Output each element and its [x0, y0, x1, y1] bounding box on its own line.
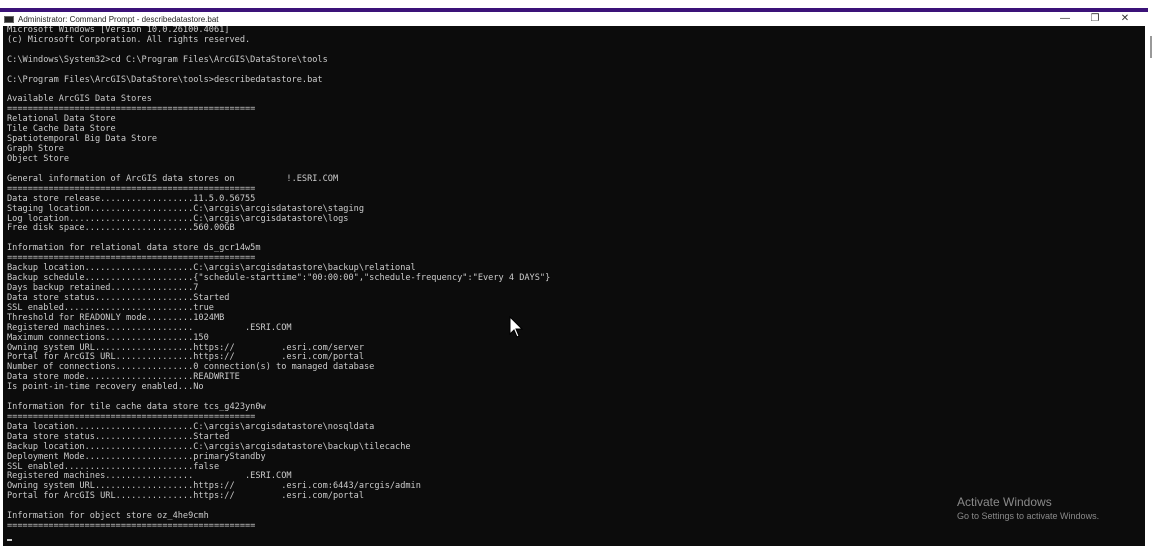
console-line: C:\Program Files\ArcGIS\DataStore\tools>… — [7, 74, 323, 85]
title-bar[interactable]: Administrator: Command Prompt - describe… — [0, 12, 1148, 26]
console-line: Maximum connections.................150 — [7, 332, 209, 343]
console-line: Free disk space.....................560.… — [7, 223, 235, 234]
console-line: Is point-in-time recovery enabled...No — [7, 382, 204, 393]
close-button[interactable]: ✕ — [1110, 12, 1140, 26]
activate-windows-watermark: Activate Windows Go to Settings to activ… — [957, 495, 1099, 521]
console-line: Spatiotemporal Big Data Store — [7, 134, 158, 145]
watermark-subtitle: Go to Settings to activate Windows. — [957, 511, 1100, 521]
window-bottom-edge — [0, 546, 1162, 552]
minimize-button[interactable]: — — [1050, 12, 1080, 26]
console-line: ========================================… — [7, 521, 256, 532]
console-line: Object Store — [7, 153, 70, 164]
watermark-title: Activate Windows — [957, 495, 1052, 509]
window-title: Administrator: Command Prompt - describe… — [18, 14, 219, 24]
console-cursor-line — [7, 532, 550, 542]
maximize-button[interactable]: ❐ — [1080, 12, 1110, 26]
scrollbar-thumb[interactable] — [1150, 36, 1152, 58]
mouse-pointer-icon — [509, 315, 524, 343]
console-line: C:\Windows\System32>cd C:\Program Files\… — [7, 54, 328, 65]
console-line: Graph Store — [7, 144, 64, 155]
console-text: Microsoft Windows [Version 10.0.26100.40… — [7, 26, 550, 542]
console-output[interactable]: Microsoft Windows [Version 10.0.26100.40… — [3, 26, 1145, 546]
command-prompt-icon — [4, 15, 14, 23]
text-cursor — [7, 538, 12, 541]
console-line: Portal for ArcGIS URL...............http… — [7, 491, 364, 502]
console-line: (c) Microsoft Corporation. All rights re… — [7, 34, 251, 45]
vertical-scrollbar[interactable] — [1145, 26, 1162, 546]
